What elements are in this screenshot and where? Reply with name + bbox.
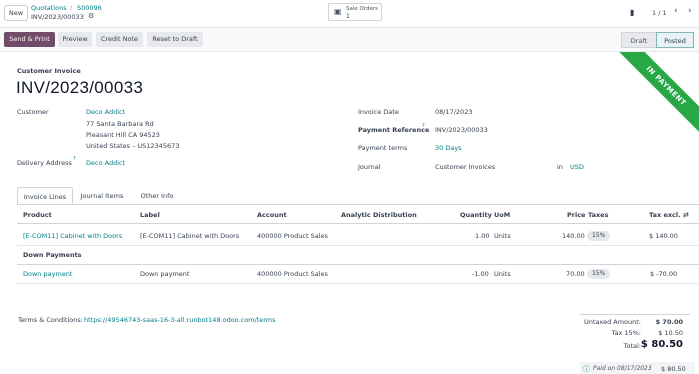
row-price[interactable]: 140.00 bbox=[562, 232, 585, 240]
gear-icon[interactable]: ⚙ bbox=[88, 12, 94, 20]
untaxed-amount-label: Untaxed Amount: bbox=[584, 318, 641, 326]
section-label[interactable]: Down Payments bbox=[23, 251, 82, 259]
payment-line: ⓘ Paid on 08/17/2023 $ 80.50 bbox=[580, 362, 695, 374]
row-subtotal: $ -70.00 bbox=[650, 270, 678, 278]
status-posted[interactable]: Posted bbox=[656, 32, 694, 48]
pager-prev-button[interactable]: ‹ bbox=[674, 6, 678, 16]
section-row[interactable]: Down Payments bbox=[17, 246, 699, 265]
total-value: $ 80.50 bbox=[640, 339, 683, 350]
row-quantity[interactable]: -1.00 bbox=[472, 270, 489, 278]
row-label[interactable]: Down payment bbox=[140, 270, 189, 278]
tax-label: Tax 15%: bbox=[611, 329, 641, 337]
customer-label: Customer bbox=[17, 108, 49, 116]
col-taxes[interactable]: Taxes bbox=[588, 211, 608, 219]
terms-link[interactable]: https://49546743-saas-16-3-all.runbot148… bbox=[84, 316, 276, 324]
col-quantity[interactable]: Quantity bbox=[460, 211, 492, 219]
col-label[interactable]: Label bbox=[140, 211, 160, 219]
send-print-button[interactable]: Send & Print bbox=[4, 32, 55, 47]
journal-label: Journal bbox=[358, 163, 381, 171]
col-price[interactable]: Price bbox=[567, 211, 585, 219]
document-type: Customer Invoice bbox=[17, 67, 81, 75]
payment-terms-field[interactable]: 30 Days bbox=[435, 144, 462, 152]
pager-value[interactable]: 1 / 1 bbox=[652, 9, 667, 17]
paid-on-label: Paid on 08/17/2023 bbox=[593, 365, 652, 372]
pager-next-button[interactable]: › bbox=[688, 6, 692, 16]
payment-reference-label: Payment Reference bbox=[358, 126, 430, 134]
row-price[interactable]: 70.00 bbox=[566, 270, 585, 278]
column-settings-icon[interactable]: ⇄ bbox=[683, 211, 689, 219]
totals-divider bbox=[580, 314, 690, 315]
journal-field[interactable]: Customer Invoices bbox=[435, 163, 495, 171]
address-line-1: 77 Santa Barbara Rd bbox=[86, 120, 154, 128]
row-account[interactable]: 400000 Product Sales bbox=[257, 270, 328, 278]
reset-to-draft-button[interactable]: Reset to Draft bbox=[147, 32, 203, 47]
smart-button-count: 1 bbox=[346, 13, 350, 20]
book-icon[interactable]: ▮ bbox=[630, 8, 634, 17]
address-line-3: United States – US12345673 bbox=[86, 142, 180, 150]
breadcrumb-separator: / bbox=[70, 4, 73, 12]
status-bar: Draft Posted bbox=[621, 32, 695, 48]
col-uom[interactable]: UoM bbox=[494, 211, 510, 219]
tab-journal-items[interactable]: Journal Items bbox=[75, 187, 129, 205]
address-line-2: Pleasant Hill CA 94523 bbox=[86, 131, 160, 139]
tab-other-info[interactable]: Other Info bbox=[133, 187, 181, 205]
ribbon-label: IN PAYMENT bbox=[613, 52, 699, 139]
table-row[interactable]: [E-COM11] Cabinet with Doors [E-COM11] C… bbox=[17, 227, 699, 246]
untaxed-amount-value: $ 70.00 bbox=[655, 318, 683, 326]
row-product[interactable]: [E-COM11] Cabinet with Doors bbox=[23, 232, 122, 240]
invoice-date-field[interactable]: 08/17/2023 bbox=[435, 108, 472, 116]
smart-button-label: Sale Orders bbox=[346, 6, 379, 12]
payment-reference-field[interactable]: INV/2023/00033 bbox=[435, 126, 488, 134]
row-subtotal: $ 140.00 bbox=[649, 232, 678, 240]
currency-field[interactable]: USD bbox=[570, 163, 584, 171]
tab-invoice-lines[interactable]: Invoice Lines bbox=[17, 187, 73, 205]
delivery-help-icon[interactable]: ? bbox=[73, 156, 76, 162]
terms-label: Terms & Conditions: bbox=[18, 316, 83, 324]
sale-orders-smart-button[interactable]: ▣ Sale Orders 1 bbox=[328, 3, 382, 21]
credit-note-button[interactable]: Credit Note bbox=[96, 32, 143, 47]
col-account[interactable]: Account bbox=[257, 211, 287, 219]
tax-value: $ 10.50 bbox=[658, 329, 683, 337]
delivery-address-field[interactable]: Deco Addict bbox=[86, 159, 125, 167]
action-bar: Send & Print Preview Credit Note Reset t… bbox=[0, 28, 699, 52]
currency-in-label: in bbox=[557, 163, 563, 171]
row-account[interactable]: 400000 Product Sales bbox=[257, 232, 328, 240]
page-title: INV/2023/00033 bbox=[16, 78, 144, 97]
form-sheet: IN PAYMENT Customer Invoice INV/2023/000… bbox=[0, 52, 699, 374]
breadcrumb-current: INV/2023/00033 bbox=[31, 13, 84, 21]
dollar-icon: ▣ bbox=[334, 7, 342, 16]
delivery-address-label: Delivery Address bbox=[17, 159, 72, 167]
breadcrumb-quotations[interactable]: Quotations bbox=[31, 4, 67, 12]
tab-divider bbox=[17, 204, 699, 205]
breadcrumb-sale-order[interactable]: S00096 bbox=[77, 4, 102, 12]
table-row[interactable]: Down payment Down payment 400000 Product… bbox=[17, 265, 699, 284]
payment-terms-label: Payment terms bbox=[358, 144, 408, 152]
payment-ribbon: IN PAYMENT bbox=[609, 52, 699, 142]
row-quantity[interactable]: 1.00 bbox=[475, 232, 489, 240]
invoice-lines-header: Product Label Account Analytic Distribut… bbox=[17, 208, 699, 224]
col-analytic-distribution[interactable]: Analytic Distribution bbox=[341, 211, 417, 219]
row-label[interactable]: [E-COM11] Cabinet with Doors bbox=[140, 232, 239, 240]
payment-reference-help-icon[interactable]: ? bbox=[422, 123, 425, 129]
tax-badge[interactable]: 15% bbox=[587, 269, 611, 279]
row-product[interactable]: Down payment bbox=[23, 270, 72, 278]
tax-badge[interactable]: 15% bbox=[587, 231, 611, 241]
preview-button[interactable]: Preview bbox=[58, 32, 92, 47]
row-uom[interactable]: Units bbox=[494, 270, 511, 278]
col-product[interactable]: Product bbox=[23, 211, 52, 219]
invoice-date-label: Invoice Date bbox=[358, 108, 399, 116]
col-tax-excl[interactable]: Tax excl. bbox=[649, 211, 681, 219]
new-button[interactable]: New bbox=[4, 5, 28, 21]
status-draft[interactable]: Draft bbox=[621, 32, 657, 48]
control-panel: New Quotations / S00096 INV/2023/00033 ⚙… bbox=[0, 0, 699, 28]
row-uom[interactable]: Units bbox=[494, 232, 511, 240]
paid-amount: $ 80.50 bbox=[661, 365, 686, 373]
total-label: Total: bbox=[623, 342, 641, 350]
customer-field[interactable]: Deco Addict bbox=[86, 108, 125, 116]
info-icon[interactable]: ⓘ bbox=[583, 364, 590, 374]
